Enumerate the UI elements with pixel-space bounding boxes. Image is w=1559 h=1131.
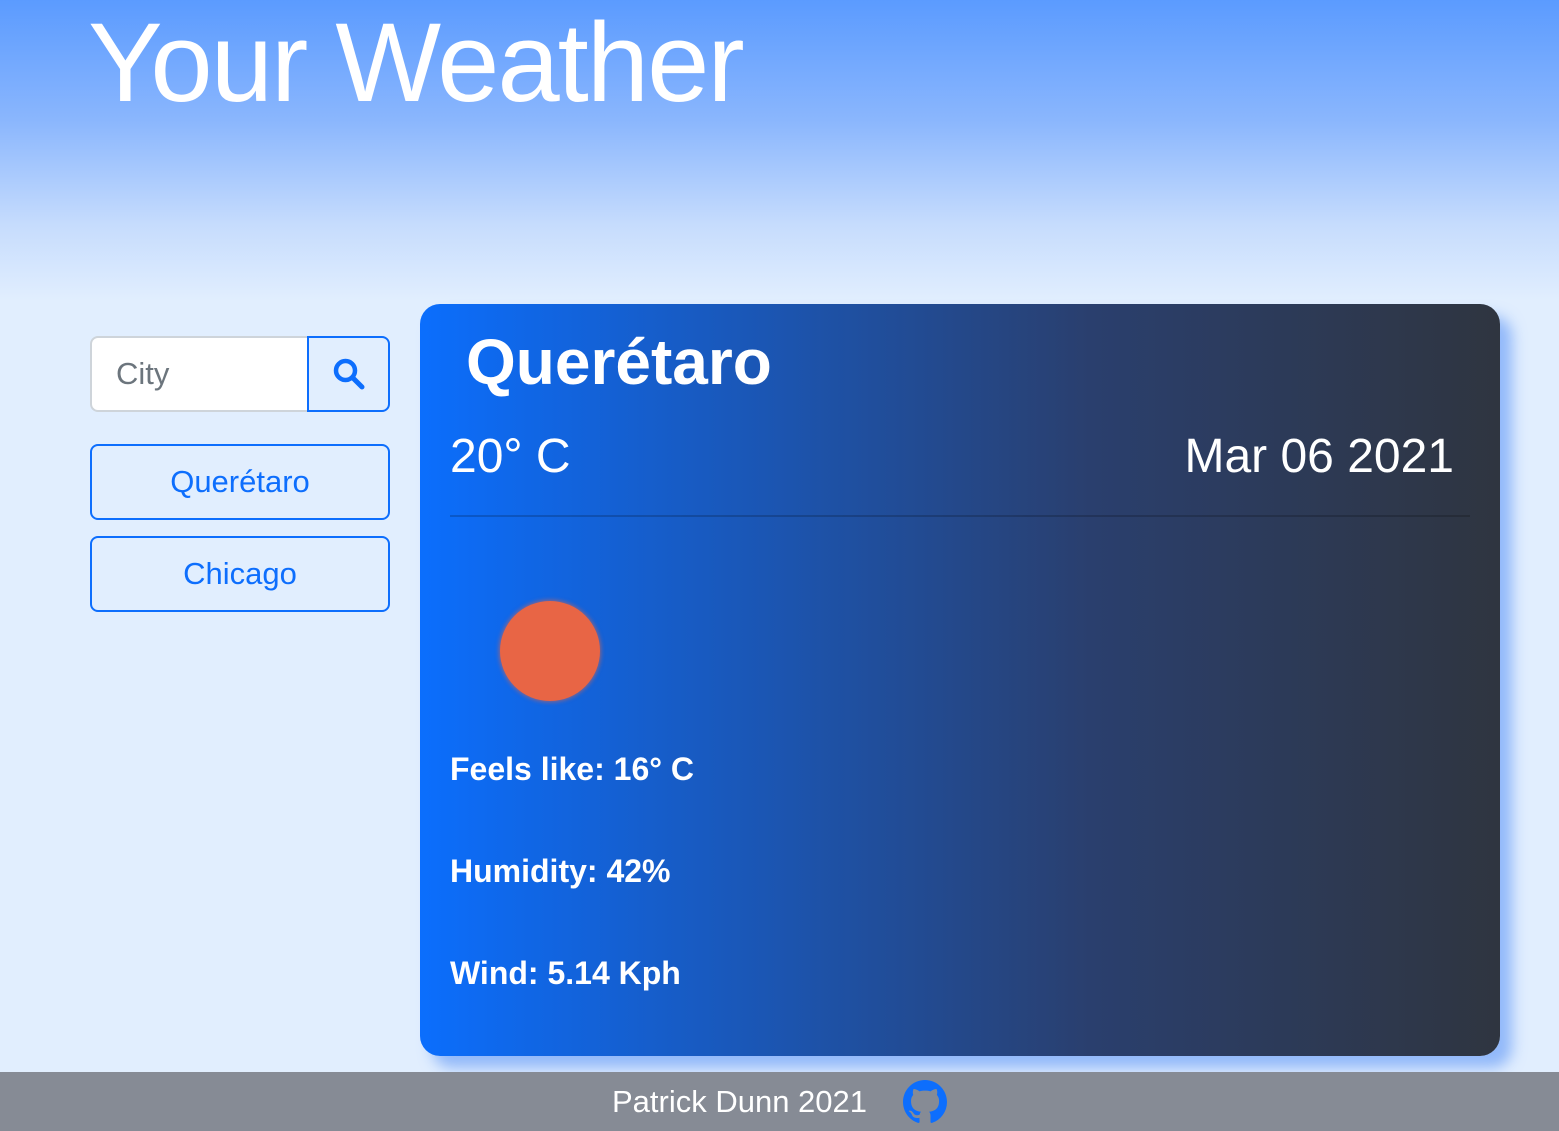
footer: Patrick Dunn 2021: [0, 1072, 1559, 1131]
search-input[interactable]: [90, 336, 307, 412]
search-button[interactable]: [307, 336, 390, 412]
search-group: [90, 336, 390, 412]
weather-date: Mar 06 2021: [1184, 430, 1454, 483]
current-temperature: 20° C: [450, 430, 571, 483]
search-icon: [332, 357, 366, 391]
history-city-button[interactable]: Chicago: [90, 536, 390, 612]
history-city-button[interactable]: Querétaro: [90, 444, 390, 520]
sun-icon: [500, 601, 600, 701]
page-title: Your Weather: [88, 0, 745, 125]
card-divider: [450, 515, 1470, 517]
weather-city-name: Querétaro: [466, 326, 772, 398]
weather-card: Querétaro 20° C Mar 06 2021 Feels like: …: [420, 304, 1500, 1056]
wind-speed: Wind: 5.14 Kph: [450, 955, 681, 991]
feels-like: Feels like: 16° C: [450, 751, 695, 787]
github-icon[interactable]: [903, 1079, 948, 1124]
footer-credit: Patrick Dunn 2021: [611, 1083, 868, 1119]
humidity: Humidity: 42%: [450, 853, 671, 889]
